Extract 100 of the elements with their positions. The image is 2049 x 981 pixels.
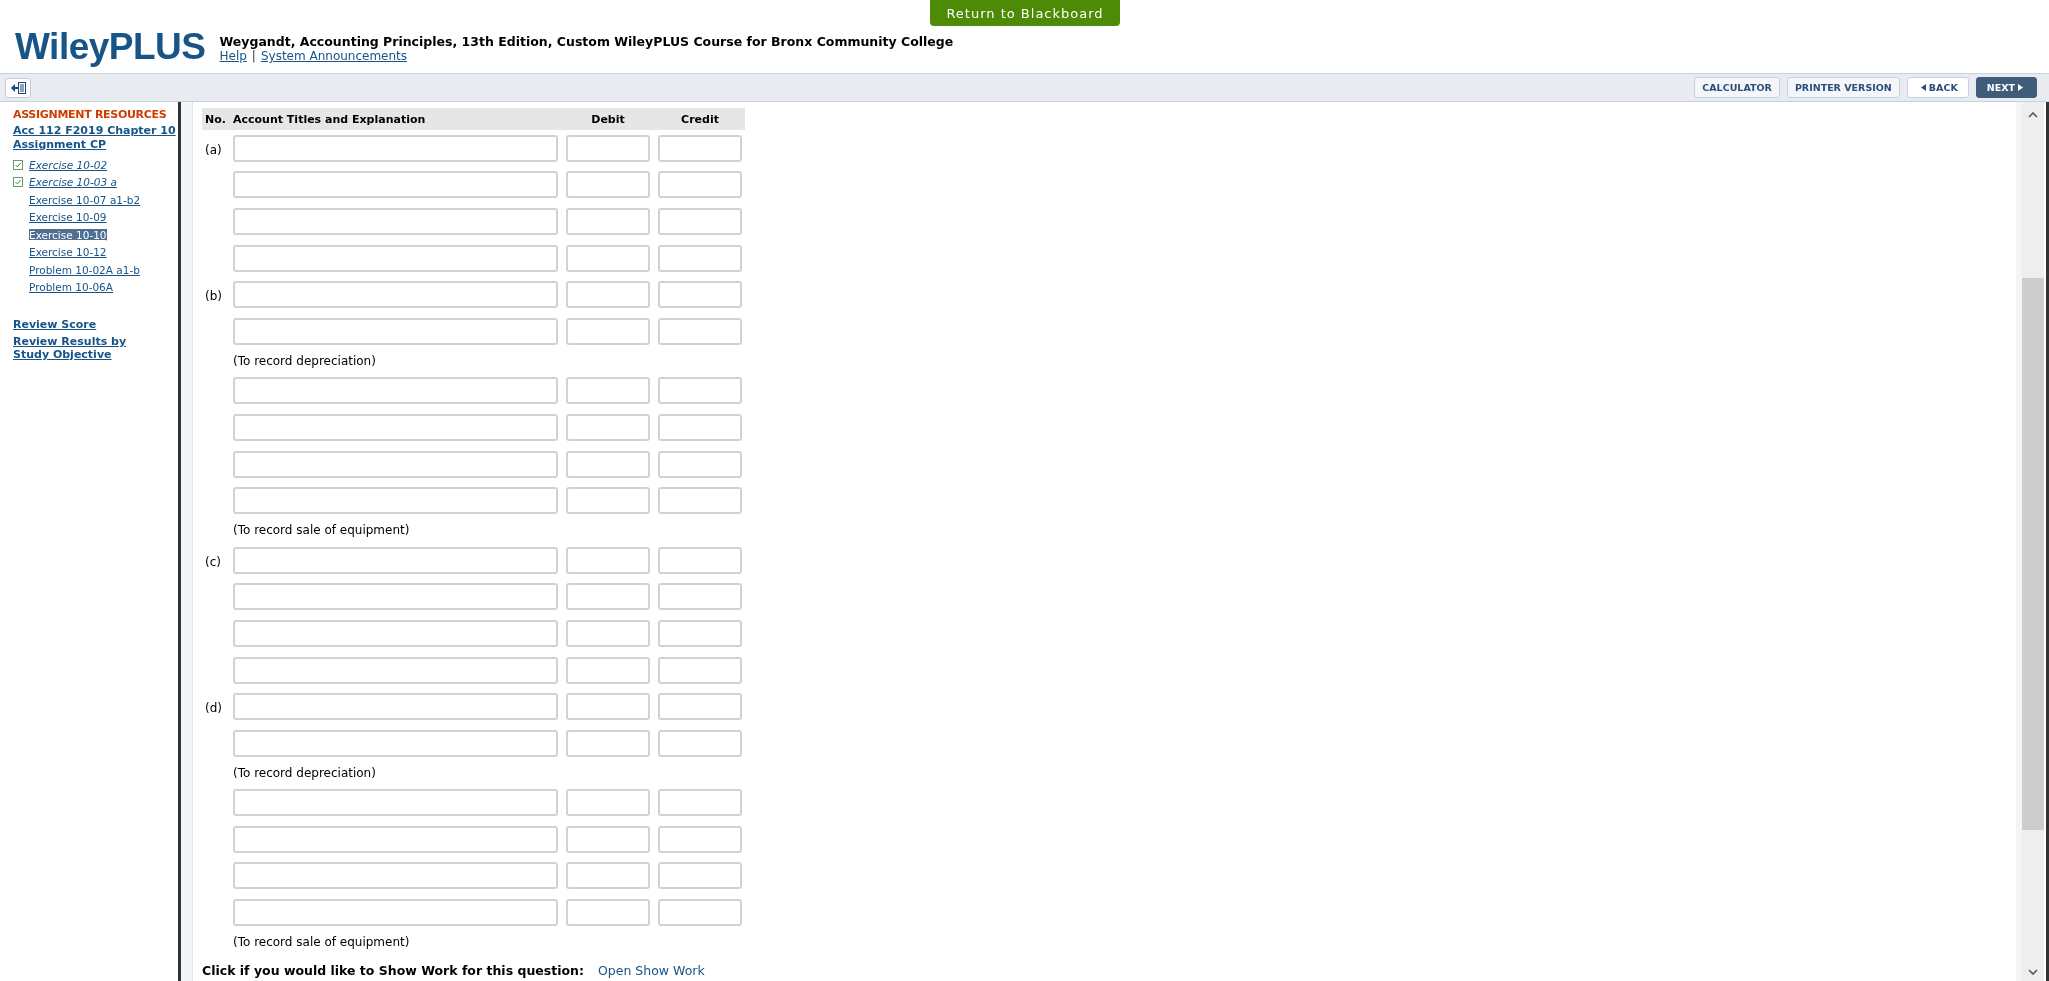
debit-input[interactable] — [566, 789, 650, 817]
exercise-link[interactable]: Problem 10-06A — [29, 281, 113, 294]
help-link[interactable]: Help — [219, 49, 247, 63]
debit-input[interactable] — [566, 862, 650, 890]
back-button[interactable]: BACK — [1906, 77, 1969, 98]
debit-input[interactable] — [566, 413, 650, 441]
debit-input[interactable] — [566, 619, 650, 647]
entry-note: (To record sale of equipment) — [233, 935, 410, 950]
scrollbar[interactable] — [2016, 102, 2044, 981]
account-input[interactable] — [233, 208, 558, 235]
account-input[interactable] — [233, 619, 558, 647]
debit-input[interactable] — [566, 729, 650, 757]
column-header: No. — [204, 112, 227, 126]
debit-input[interactable] — [566, 825, 650, 853]
credit-input[interactable] — [658, 899, 742, 927]
account-input[interactable] — [233, 656, 558, 684]
credit-input[interactable] — [658, 171, 742, 199]
account-input[interactable] — [233, 729, 558, 757]
credit-input[interactable] — [658, 244, 742, 272]
debit-input[interactable] — [566, 656, 650, 684]
debit-input[interactable] — [566, 244, 650, 272]
collapse-icon — [10, 81, 26, 94]
account-input[interactable] — [233, 317, 558, 345]
sidebar-heading: ASSIGNMENT RESOURCES — [13, 108, 168, 121]
review-link[interactable]: Review Score — [13, 318, 163, 331]
debit-input[interactable] — [566, 208, 650, 235]
debit-input[interactable] — [566, 583, 650, 611]
scroll-thumb[interactable] — [2022, 278, 2044, 830]
account-input[interactable] — [233, 583, 558, 611]
account-input[interactable] — [233, 450, 558, 478]
credit-input[interactable] — [658, 825, 742, 853]
column-header: Account Titles and Explanation — [233, 112, 427, 126]
credit-input[interactable] — [658, 134, 742, 162]
announcements-link[interactable]: System Announcements — [260, 49, 408, 63]
account-input[interactable] — [233, 546, 558, 574]
exercise-link[interactable]: Exercise 10-09 — [29, 211, 107, 224]
exercise-link[interactable]: Exercise 10-02 — [29, 158, 108, 171]
exercise-link[interactable]: Exercise 10-10 — [29, 228, 107, 241]
account-input[interactable] — [233, 244, 558, 272]
debit-input[interactable] — [566, 450, 650, 478]
account-input[interactable] — [233, 377, 558, 405]
left-arrow-icon — [1920, 84, 1926, 91]
account-input[interactable] — [233, 281, 558, 309]
separator: | — [251, 49, 256, 63]
account-input[interactable] — [233, 862, 558, 890]
exercise-link[interactable]: Problem 10-02A a1-b — [29, 263, 140, 276]
scroll-down-icon[interactable] — [2028, 969, 2038, 975]
account-input[interactable] — [233, 413, 558, 441]
credit-input[interactable] — [658, 377, 742, 405]
credit-input[interactable] — [658, 729, 742, 757]
exercise-link[interactable]: Exercise 10-12 — [29, 246, 107, 259]
account-input[interactable] — [233, 825, 558, 853]
part-label: (d) — [205, 701, 222, 716]
exercise-link[interactable]: Exercise 10-03 a — [29, 176, 117, 189]
toolbar-button[interactable]: PRINTER VERSION — [1786, 77, 1900, 98]
scroll-up-icon[interactable] — [2028, 112, 2038, 118]
account-input[interactable] — [233, 899, 558, 927]
debit-input[interactable] — [566, 487, 650, 515]
column-header: Debit — [590, 112, 626, 126]
account-input[interactable] — [233, 171, 558, 199]
debit-input[interactable] — [566, 377, 650, 405]
part-label: (a) — [205, 142, 222, 157]
next-button[interactable]: NEXT — [1975, 77, 2037, 98]
return-button[interactable]: Return to Blackboard — [930, 0, 1120, 26]
entry-note: (To record depreciation) — [233, 354, 376, 369]
part-label: (b) — [205, 289, 222, 304]
debit-input[interactable] — [566, 171, 650, 199]
credit-input[interactable] — [658, 693, 742, 721]
debit-input[interactable] — [566, 546, 650, 574]
credit-input[interactable] — [658, 487, 742, 515]
debit-input[interactable] — [566, 693, 650, 721]
review-link[interactable]: Review Results by Study Objective — [13, 335, 163, 361]
credit-input[interactable] — [658, 413, 742, 441]
credit-input[interactable] — [658, 546, 742, 574]
column-header: Credit — [680, 112, 720, 126]
debit-input[interactable] — [566, 281, 650, 309]
credit-input[interactable] — [658, 208, 742, 235]
debit-input[interactable] — [566, 317, 650, 345]
credit-input[interactable] — [658, 656, 742, 684]
credit-input[interactable] — [658, 862, 742, 890]
open-show-work-link[interactable]: Open Show Work — [597, 962, 705, 978]
credit-input[interactable] — [658, 281, 742, 309]
credit-input[interactable] — [658, 317, 742, 345]
entry-note: (To record depreciation) — [233, 766, 376, 780]
credit-input[interactable] — [658, 789, 742, 817]
account-input[interactable] — [233, 789, 558, 817]
credit-input[interactable] — [658, 450, 742, 478]
entry-note: (To record sale of equipment) — [233, 523, 410, 538]
part-label: (c) — [205, 554, 221, 569]
credit-input[interactable] — [658, 619, 742, 647]
credit-input[interactable] — [658, 583, 742, 611]
account-input[interactable] — [233, 134, 558, 162]
assignment-link[interactable]: Acc 112 F2019 Chapter 10 Assignment CP — [13, 124, 178, 152]
account-input[interactable] — [233, 693, 558, 721]
account-input[interactable] — [233, 487, 558, 515]
toolbar-button[interactable]: CALCULATOR — [1694, 77, 1780, 98]
collapse-sidebar-button[interactable] — [5, 77, 31, 98]
debit-input[interactable] — [566, 899, 650, 927]
debit-input[interactable] — [566, 134, 650, 162]
exercise-link[interactable]: Exercise 10-07 a1-b2 — [29, 193, 141, 206]
